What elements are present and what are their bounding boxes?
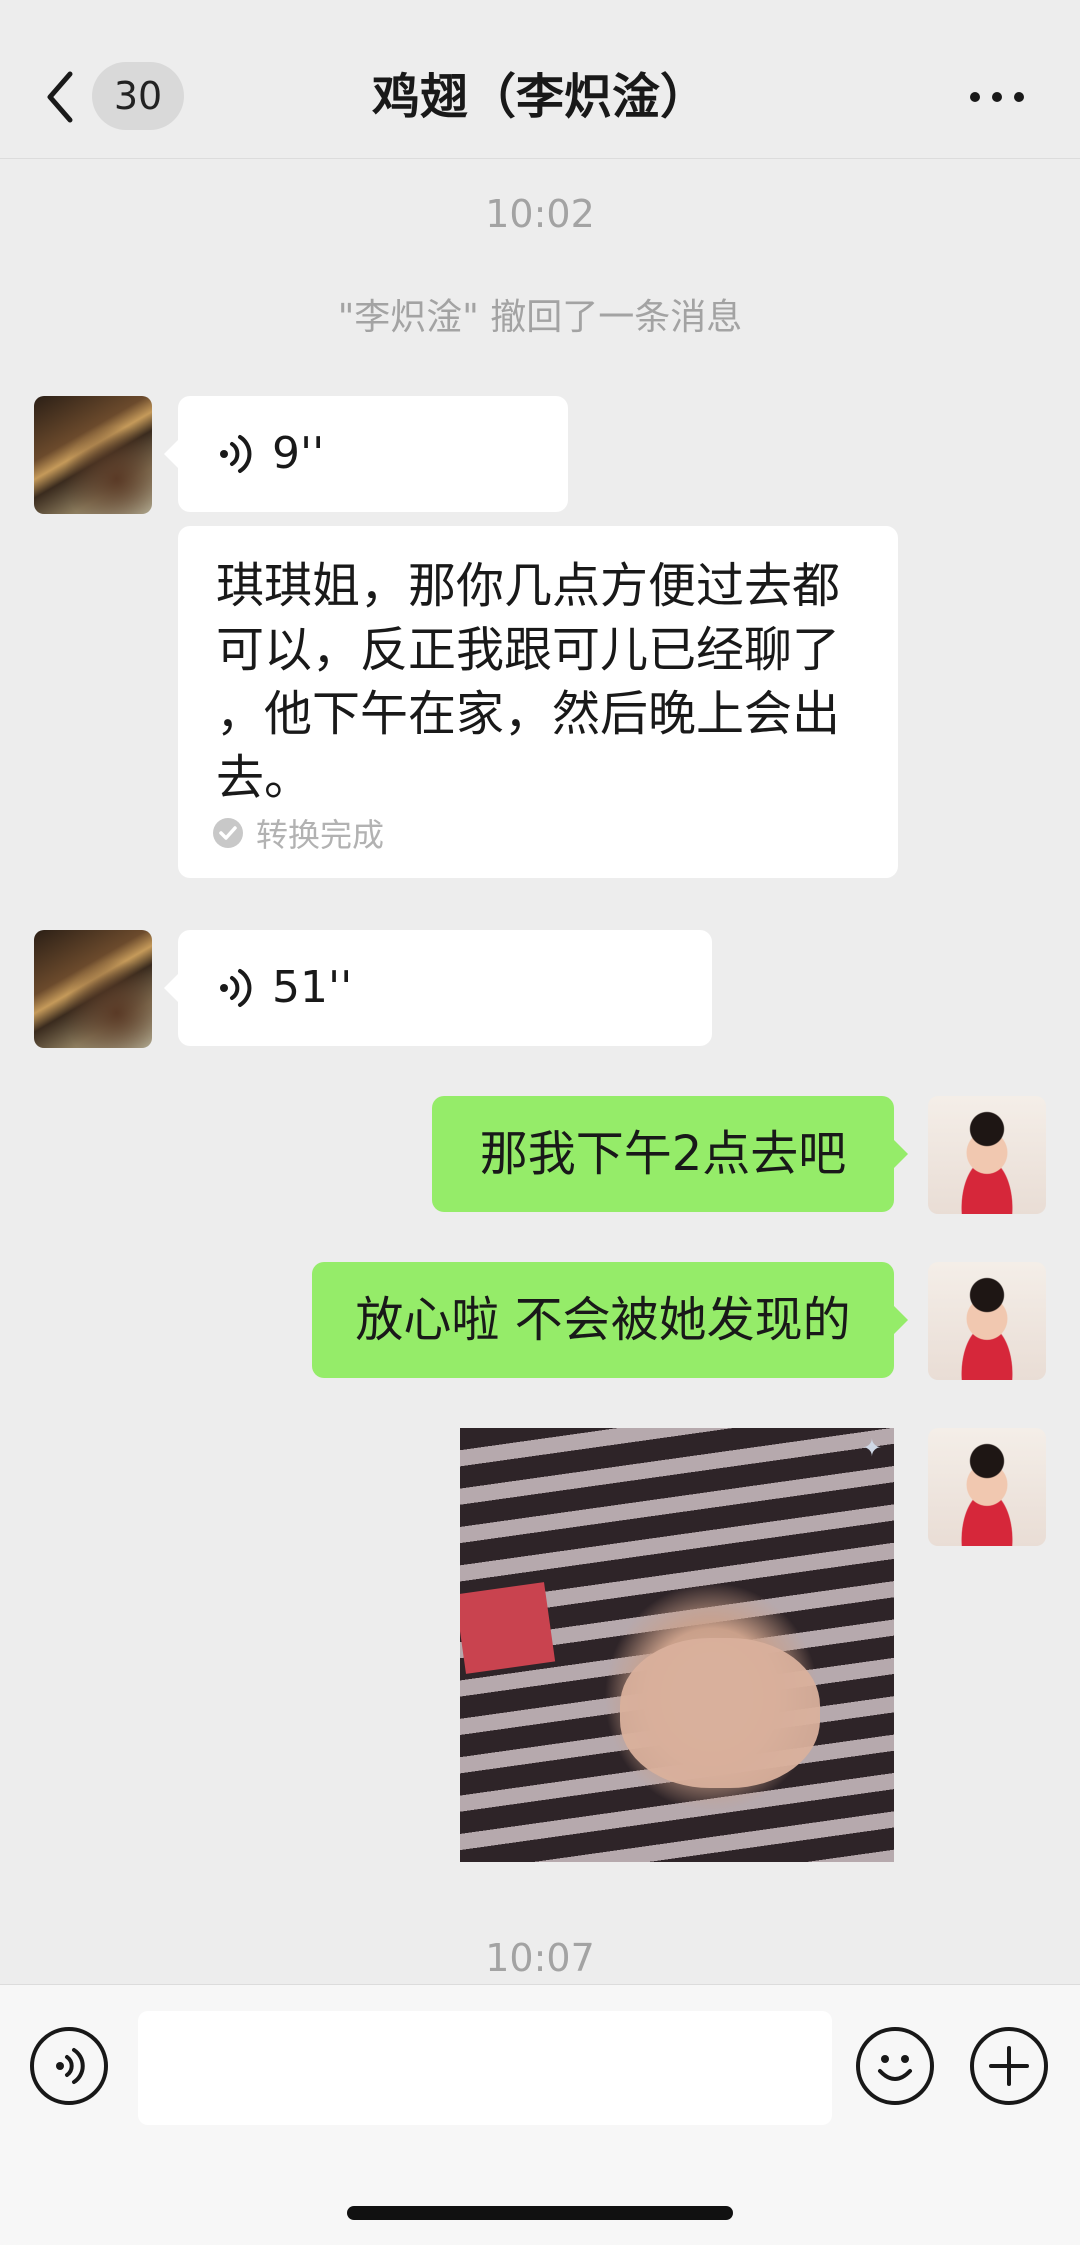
more-options-button[interactable] [968,72,1028,122]
voice-message[interactable]: 9'' [164,396,568,512]
voice-wave-icon [220,969,252,1007]
watermark-icon: ✦ [861,1434,882,1462]
sent-message[interactable]: 那我下午2点去吧 [432,1096,908,1212]
image-message[interactable]: ✦ [460,1428,894,1862]
more-dots-icon [970,92,980,102]
message-input[interactable] [138,2011,832,2125]
user-avatar[interactable] [928,1428,1046,1546]
voice-input-icon [56,2048,85,2084]
conversion-status-label: 转换完成 [256,816,385,854]
check-circle-icon [213,818,243,848]
emoji-button[interactable] [856,2027,934,2105]
chat-title: 鸡翅（李炽淦） [371,69,708,125]
message-text: 放心啦 不会被她发现的 [355,1292,851,1348]
voice-message[interactable]: 51'' [164,930,712,1046]
user-avatar[interactable] [928,1262,1046,1380]
more-functions-button[interactable] [970,2027,1048,2105]
sent-message[interactable]: 放心啦 不会被她发现的 [312,1262,908,1378]
chat-header: 30 鸡翅（李炽淦） [0,0,1080,159]
timestamp: 10:02 [485,192,595,236]
voice-transcript[interactable]: 琪琪姐，那你几点方便过去都 可以，反正我跟可儿已经聊了 ，他下午在家，然后晚上会… [178,526,898,878]
user-avatar[interactable] [928,1096,1046,1214]
voice-duration: 51'' [272,962,353,1013]
plus-icon [989,2046,1029,2086]
contact-avatar[interactable] [34,396,152,514]
photo-thumbnail [460,1582,556,1674]
contact-avatar[interactable] [34,930,152,1048]
voice-duration: 9'' [272,428,325,479]
timestamp: 10:07 [485,1936,595,1980]
conversion-status: 转换完成 [212,810,384,856]
recall-notice: "李炽淦" 撤回了一条消息 [337,297,743,338]
home-indicator[interactable] [347,2206,733,2220]
emoji-icon [878,2055,912,2081]
voice-wave-icon [220,435,252,473]
transcript-text: 琪琪姐，那你几点方便过去都 可以，反正我跟可儿已经聊了 ，他下午在家，然后晚上会… [216,558,841,806]
voice-input-button[interactable] [30,2027,108,2105]
message-text: 那我下午2点去吧 [479,1126,847,1182]
